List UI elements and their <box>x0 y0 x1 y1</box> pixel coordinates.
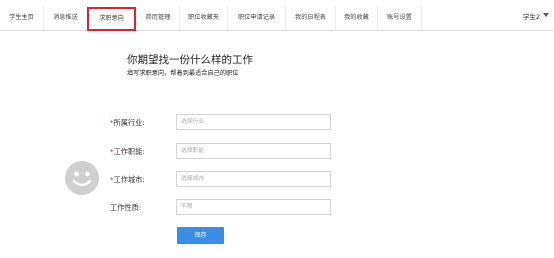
nav-item-my-schedule[interactable]: 我的日程表 <box>286 6 336 30</box>
city-select[interactable]: 选择城市 <box>176 171 331 187</box>
nav-item-message-push[interactable]: 消息推送 <box>44 6 88 30</box>
nav-item-resume-management[interactable]: 简历管理 <box>137 6 180 30</box>
industry-select[interactable]: 选择行业 <box>176 114 331 130</box>
smiley-face-icon <box>65 161 99 195</box>
nav-item-job-intention[interactable]: 求职意向 <box>87 7 136 31</box>
user-name[interactable]: 学生2 <box>523 10 540 24</box>
city-label: *工作城市: <box>110 175 145 185</box>
function-label: *工作职能: <box>110 147 145 157</box>
industry-label-text: 所属行业: <box>113 118 145 127</box>
industry-label: *所属行业: <box>110 118 145 128</box>
top-navigation: 学生主页 消息推送 求职意向 简历管理 职位收藏夹 职位申请记录 我的日程表 我… <box>0 4 554 31</box>
nav-item-job-favorites[interactable]: 职位收藏夹 <box>180 6 228 30</box>
nav-item-application-records[interactable]: 职位申请记录 <box>228 6 286 30</box>
caret-down-icon[interactable] <box>543 13 549 17</box>
nav-item-student-home[interactable]: 学生主页 <box>0 6 44 30</box>
nature-select[interactable]: 不限 <box>176 199 331 215</box>
page-subheading: 填写求职意向，帮着到最适合自己的职位 <box>127 70 239 77</box>
nav-item-account-settings[interactable]: 账号设置 <box>378 6 422 30</box>
city-label-text: 工作城市: <box>113 175 145 184</box>
page-heading: 你期望找一份什么样的工作 <box>127 54 253 66</box>
function-label-text: 工作职能: <box>113 147 145 156</box>
nav-item-my-collection[interactable]: 我的收藏 <box>336 6 378 30</box>
nature-label: 工作性质: <box>110 203 141 213</box>
function-select[interactable]: 选择职能 <box>176 143 331 159</box>
save-button[interactable]: 保存 <box>177 227 224 244</box>
nature-label-text: 工作性质: <box>110 203 142 212</box>
